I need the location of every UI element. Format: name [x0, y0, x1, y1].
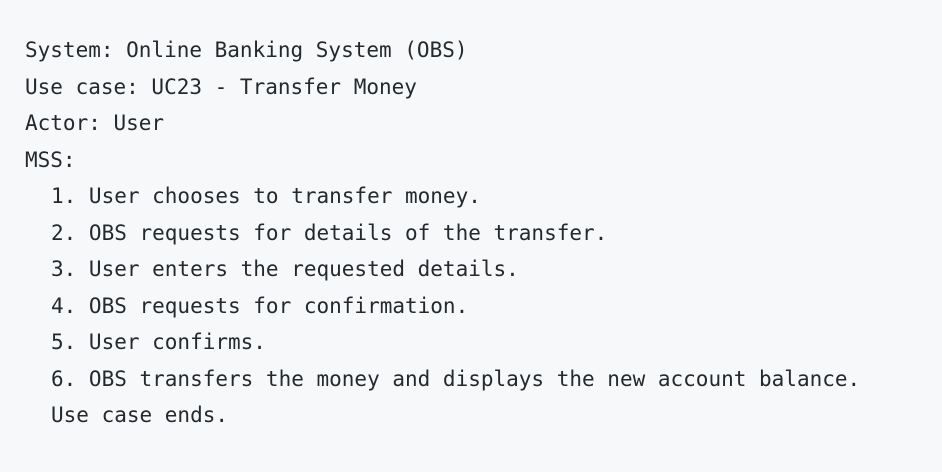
- mss-label: MSS:: [25, 147, 76, 172]
- step-1: 1. User chooses to transfer money.: [51, 184, 481, 208]
- system-line: System: Online Banking System (OBS): [25, 38, 468, 62]
- step-3: 3. User enters the requested details.: [51, 257, 519, 281]
- use-case-ends-line: Use case ends.: [51, 403, 229, 427]
- step-5: 5. User confirms.: [51, 330, 266, 354]
- use-case-line: Use case: UC23 - Transfer Money: [25, 74, 417, 99]
- actor-line: Actor: User: [25, 111, 165, 135]
- use-case-code-block: System: Online Banking System (OBS) Use …: [0, 0, 942, 472]
- step-4: 4. OBS requests for confirmation.: [51, 293, 469, 318]
- step-6: 6. OBS transfers the money and displays …: [51, 366, 861, 391]
- step-2: 2. OBS requests for details of the trans…: [51, 220, 608, 245]
